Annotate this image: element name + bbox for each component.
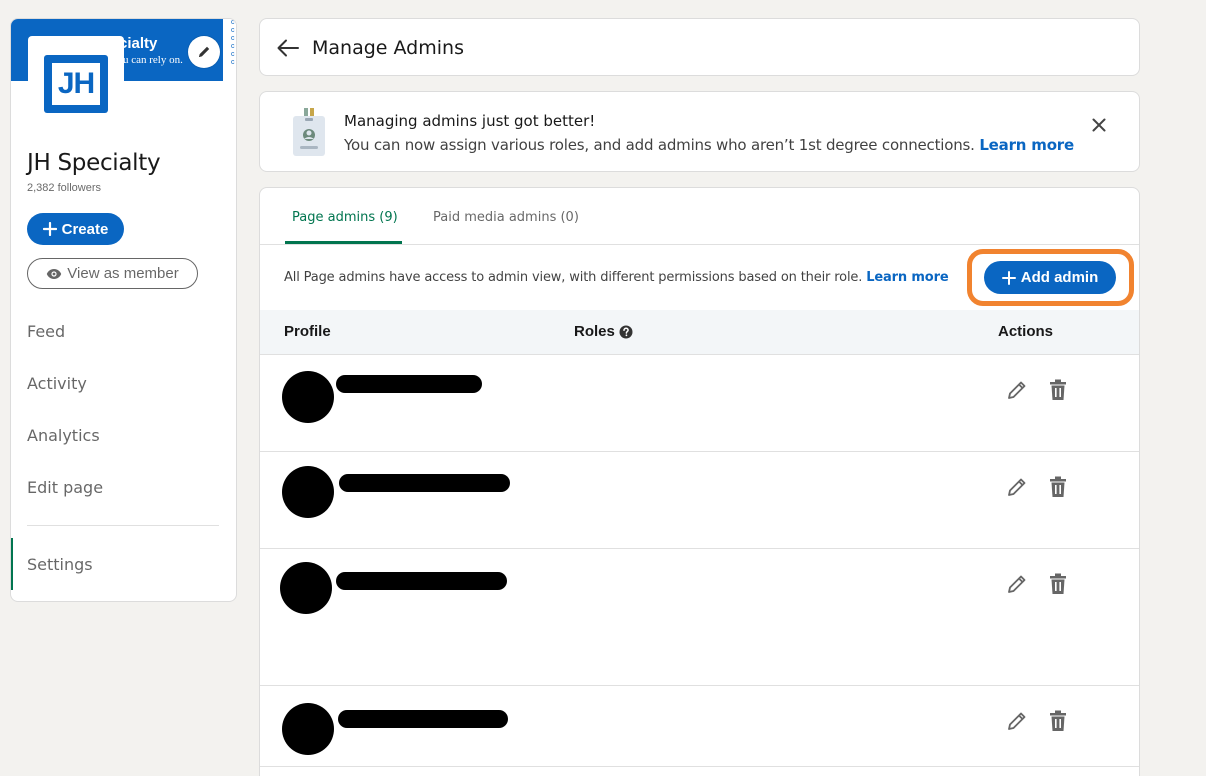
banner-description: You can now assign various roles, and ad… — [344, 136, 975, 154]
nav-item-activity[interactable]: Activity — [27, 374, 87, 393]
pencil-icon — [1008, 712, 1026, 730]
arrow-left-icon — [277, 39, 299, 57]
avatar — [282, 703, 334, 755]
delete-admin-button[interactable] — [1049, 379, 1067, 406]
banner-text: You can now assign various roles, and ad… — [344, 136, 1074, 154]
pencil-icon — [199, 46, 210, 57]
plus-icon — [1001, 270, 1016, 285]
edit-admin-button[interactable] — [1006, 379, 1028, 406]
redacted-name — [339, 474, 510, 492]
close-icon — [1092, 118, 1106, 132]
avatar — [280, 562, 332, 614]
admin-row — [260, 452, 1139, 549]
cover-edge-strip: c c c c c c — [223, 19, 236, 75]
create-button-label: Create — [61, 220, 109, 238]
column-header-actions: Actions — [998, 323, 1054, 340]
eye-icon — [47, 268, 62, 279]
banner-title: Managing admins just got better! — [344, 112, 596, 130]
pencil-icon — [1008, 381, 1026, 399]
edit-admin-button[interactable] — [1006, 476, 1028, 503]
trash-icon — [1050, 573, 1066, 594]
tab-paid-media-admins[interactable]: Paid media admins (0) — [433, 210, 579, 225]
edit-admin-button[interactable] — [1006, 573, 1028, 600]
banner-learn-more-link[interactable]: Learn more — [979, 136, 1074, 154]
question-circle-icon[interactable] — [619, 325, 633, 339]
admin-row — [260, 549, 1139, 686]
trash-icon — [1050, 710, 1066, 731]
page-title: Manage Admins — [312, 37, 464, 59]
tabs-divider — [260, 244, 1139, 245]
admin-info-description: All Page admins have access to admin vie… — [284, 270, 863, 285]
admins-table-header: Profile Roles Actions — [260, 310, 1139, 355]
logo-mark: JH — [44, 55, 108, 113]
delete-admin-button[interactable] — [1049, 476, 1067, 503]
create-button[interactable]: Create — [27, 213, 124, 245]
add-admin-button[interactable]: Add admin — [984, 261, 1116, 294]
pencil-icon — [1008, 478, 1026, 496]
cover-tagline-text: u can rely on. — [123, 54, 183, 66]
info-learn-more-link[interactable]: Learn more — [866, 270, 948, 285]
nav-item-edit-page[interactable]: Edit page — [27, 478, 103, 497]
company-logo[interactable]: JH — [28, 36, 124, 132]
avatar — [282, 466, 334, 518]
follower-count: 2,382 followers — [27, 182, 101, 194]
column-header-profile: Profile — [284, 323, 331, 340]
nav-active-indicator — [11, 538, 13, 590]
column-header-roles-label: Roles — [574, 323, 615, 340]
delete-admin-button[interactable] — [1049, 573, 1067, 600]
plus-icon — [42, 222, 57, 236]
dismiss-banner-button[interactable] — [1090, 116, 1108, 139]
admins-panel: Page admins (9) Paid media admins (0) Al… — [259, 187, 1140, 776]
view-as-member-label: View as member — [67, 265, 179, 282]
nav-item-settings[interactable]: Settings — [27, 555, 93, 574]
manage-admins-header: Manage Admins — [259, 18, 1140, 76]
add-admin-label: Add admin — [1020, 269, 1099, 286]
avatar — [282, 371, 334, 423]
nav-item-feed[interactable]: Feed — [27, 322, 65, 341]
trash-icon — [1050, 379, 1066, 400]
trash-icon — [1050, 476, 1066, 497]
edit-admin-button[interactable] — [1006, 710, 1028, 737]
tab-page-admins[interactable]: Page admins (9) — [292, 210, 398, 225]
admin-row — [260, 355, 1139, 452]
pencil-icon — [1008, 575, 1026, 593]
admin-row — [260, 686, 1139, 767]
view-as-member-button[interactable]: View as member — [27, 258, 198, 289]
delete-admin-button[interactable] — [1049, 710, 1067, 737]
redacted-name — [336, 572, 507, 590]
back-button[interactable] — [276, 37, 300, 64]
edit-cover-button[interactable] — [188, 36, 220, 68]
redacted-name — [338, 710, 508, 728]
nav-divider — [27, 525, 219, 526]
admin-info-text: All Page admins have access to admin vie… — [284, 270, 949, 285]
cover-title-text: cialty — [119, 35, 158, 52]
redacted-name — [336, 375, 482, 393]
page-sidebar: cialty u can rely on. c c c c c c JH JH … — [10, 18, 237, 602]
column-header-roles: Roles — [574, 323, 633, 340]
id-badge-icon — [290, 106, 330, 163]
nav-item-analytics[interactable]: Analytics — [27, 426, 100, 445]
info-banner: Managing admins just got better! You can… — [259, 91, 1140, 172]
logo-text: JH — [57, 67, 95, 100]
organization-name: JH Specialty — [27, 150, 161, 176]
